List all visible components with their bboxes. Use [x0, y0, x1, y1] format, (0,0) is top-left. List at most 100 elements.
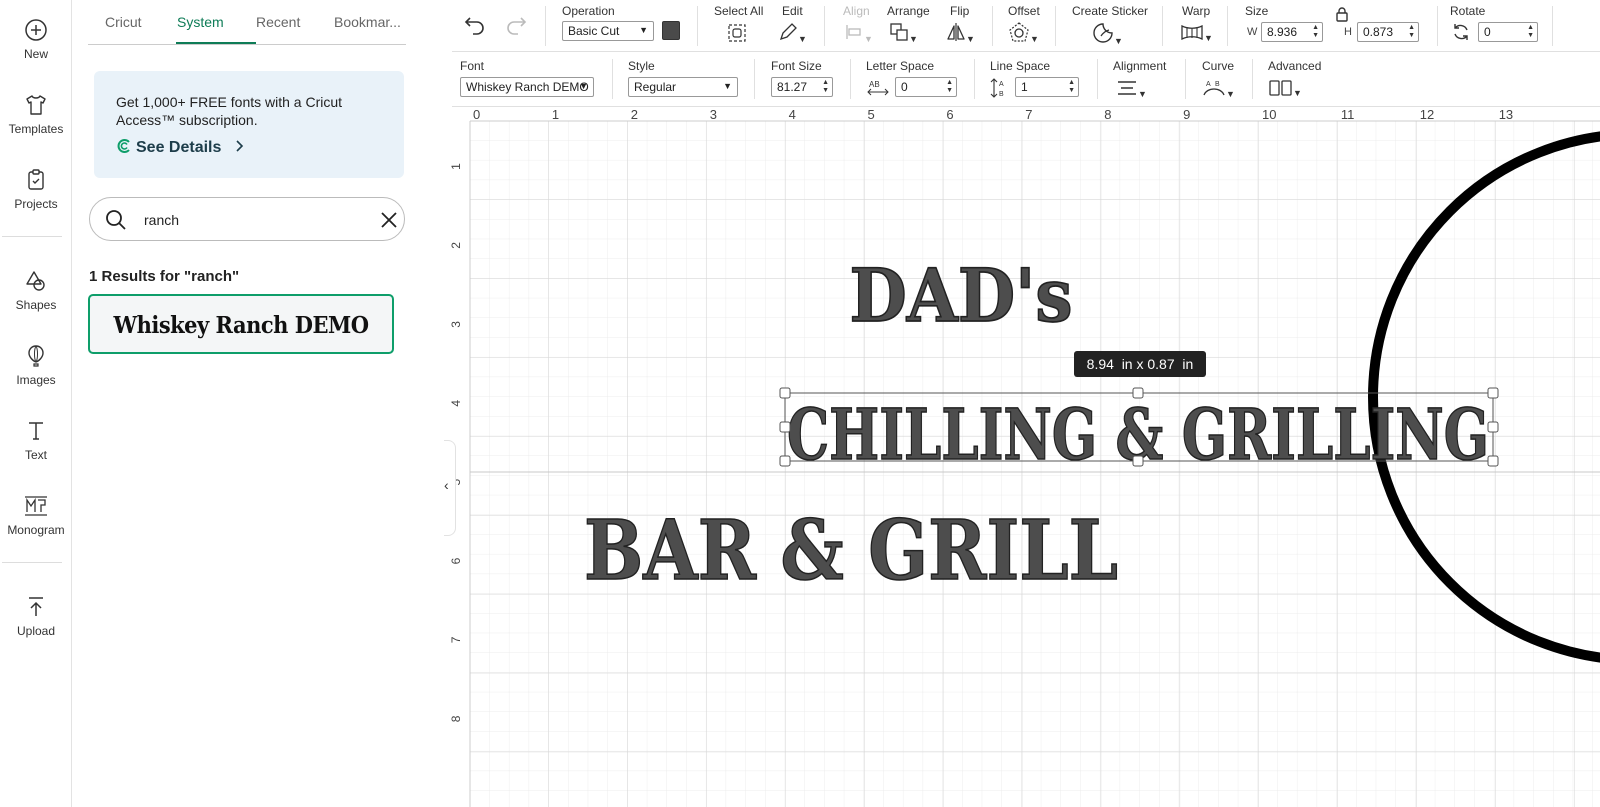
spinner-arrows-icon[interactable]: ▲ ▼	[946, 79, 953, 95]
caret-down-icon: ▼	[1114, 36, 1123, 46]
alignment-dropdown[interactable]: ▼	[1116, 79, 1147, 102]
letter-space-input[interactable]: 0 ▲ ▼	[895, 77, 957, 97]
font-select[interactable]: Whiskey Ranch DEMO ▼	[460, 77, 594, 97]
text-dads[interactable]: DAD's	[849, 253, 1074, 339]
line-space-value: 1	[1021, 80, 1028, 94]
ruler-v-label: 3	[449, 321, 463, 328]
undo-icon[interactable]	[464, 15, 486, 35]
operation-value: Basic Cut	[568, 24, 620, 38]
ruler-h-label: 12	[1420, 107, 1434, 122]
spinner-arrows-icon[interactable]: ▲ ▼	[822, 79, 829, 95]
font-result-card[interactable]: Whiskey Ranch DEMO	[88, 294, 394, 354]
caret-down-icon: ▼	[1226, 89, 1235, 99]
svg-text:AB: AB	[869, 80, 880, 89]
toolbar-divider	[1097, 59, 1098, 99]
rotate-icon[interactable]	[1451, 22, 1471, 42]
style-select[interactable]: Regular ▼	[628, 77, 738, 97]
rail-text-button[interactable]: Text	[0, 419, 72, 462]
see-details-link[interactable]: See Details	[116, 138, 246, 157]
font-label: Font	[460, 59, 485, 73]
spinner-arrows-icon[interactable]: ▲ ▼	[1312, 24, 1319, 40]
font-size-value: 81.27	[777, 80, 808, 94]
offset-dropdown[interactable]: ▼	[1008, 22, 1039, 47]
toolbar-divider	[1055, 6, 1056, 46]
caret-down-icon: ▼	[966, 34, 975, 44]
toolbar-divider	[612, 59, 613, 99]
align-dropdown[interactable]: ▼	[844, 22, 873, 47]
flip-dropdown[interactable]: ▼	[946, 22, 975, 47]
font-result-name: Whiskey Ranch DEMO	[113, 310, 369, 339]
ruler-v-label: 7	[449, 636, 463, 643]
operation-color-swatch[interactable]	[662, 21, 680, 40]
tab-recent[interactable]: Recent	[256, 14, 300, 30]
toolbar-divider	[1552, 6, 1553, 46]
curve-dropdown[interactable]: A B ▼	[1202, 77, 1235, 102]
close-icon[interactable]	[380, 211, 398, 229]
upload-icon	[29, 597, 43, 616]
warp-dropdown[interactable]: ▼	[1180, 23, 1213, 46]
chevron-right-icon	[236, 140, 243, 152]
toolbar-divider	[992, 6, 993, 46]
height-input[interactable]: 0.873 ▲ ▼	[1357, 22, 1419, 42]
monogram-icon	[25, 496, 47, 516]
collapse-panel-button[interactable]: ‹	[444, 440, 456, 536]
size-tooltip: 8.94 in x 0.87 in	[1074, 351, 1206, 377]
line-space-input[interactable]: 1 ▲ ▼	[1015, 77, 1079, 97]
rail-monogram-label: Monogram	[7, 523, 65, 537]
caret-down-icon: ▼	[723, 81, 732, 91]
select-all-icon[interactable]	[727, 23, 747, 43]
toolbar-divider	[1185, 59, 1186, 99]
create-sticker-label: Create Sticker	[1072, 4, 1149, 18]
arrange-dropdown[interactable]: ▼	[889, 22, 918, 47]
tab-bookmarked[interactable]: Bookmar...	[334, 14, 401, 30]
shirt-icon	[26, 95, 46, 115]
style-value: Regular	[634, 80, 677, 94]
font-size-input[interactable]: 81.27 ▲ ▼	[771, 77, 833, 97]
caret-down-icon: ▼	[1030, 34, 1039, 44]
spinner-arrows-icon[interactable]: ▲ ▼	[1527, 24, 1534, 40]
ruler-h-label: 9	[1183, 107, 1190, 122]
rail-shapes-label: Shapes	[15, 298, 57, 312]
ruler-h-label: 8	[1104, 107, 1111, 122]
rail-divider	[2, 236, 62, 237]
spinner-arrows-icon[interactable]: ▲ ▼	[1408, 24, 1415, 40]
tab-system[interactable]: System	[177, 14, 224, 30]
advanced-dropdown[interactable]: ▼	[1269, 80, 1302, 101]
size-label: Size	[1245, 4, 1269, 18]
rail-images-button[interactable]: Images	[0, 344, 72, 387]
ruler-h-label: 5	[868, 107, 875, 122]
canvas-svg: 0 1 2 3 4 5 6 7 8 9 10 11 12 13 12345678 DAD's BAR & …	[444, 107, 1600, 807]
rail-upload-label: Upload	[16, 624, 56, 638]
ruler-v-label: 6	[449, 557, 463, 564]
rail-templates-button[interactable]: Templates	[0, 93, 72, 136]
edit-dropdown[interactable]: ▼	[778, 22, 807, 47]
rail-projects-button[interactable]: Projects	[0, 168, 72, 211]
rotate-input[interactable]: 0 ▲ ▼	[1478, 22, 1538, 42]
ruler-h-label: 11	[1341, 107, 1355, 122]
operation-select[interactable]: Basic Cut ▼	[562, 21, 654, 41]
letter-space-value: 0	[901, 80, 908, 94]
redo-icon[interactable]	[505, 15, 527, 35]
rail-divider-2	[2, 562, 62, 563]
rail-upload-button[interactable]: Upload	[0, 595, 72, 638]
spinner-arrows-icon[interactable]: ▲ ▼	[1068, 79, 1075, 95]
toolbar-divider	[697, 6, 698, 46]
width-input[interactable]: 8.936 ▲ ▼	[1261, 22, 1323, 42]
search-icon	[106, 210, 126, 230]
toolbar-divider	[754, 59, 755, 99]
create-sticker-dropdown[interactable]: ▼	[1092, 22, 1123, 49]
text-bar-grill[interactable]: BAR & GRILL	[583, 502, 1119, 600]
ruler-h-label: 2	[631, 107, 638, 122]
rail-monogram-button[interactable]: Monogram	[0, 494, 72, 537]
lock-icon[interactable]	[1335, 6, 1349, 22]
offset-label: Offset	[1008, 4, 1040, 18]
font-search-input[interactable]	[144, 209, 344, 231]
design-canvas[interactable]: 0 1 2 3 4 5 6 7 8 9 10 11 12 13 12345678 DAD's BAR & …	[444, 107, 1600, 807]
ruler-v-label: 2	[449, 242, 463, 249]
rail-new-button[interactable]: New	[0, 18, 72, 61]
font-value: Whiskey Ranch DEMO	[466, 80, 589, 94]
tab-cricut[interactable]: Cricut	[105, 14, 142, 30]
font-tabs: Cricut System Recent Bookmar...	[88, 0, 406, 45]
toolbar-divider	[974, 59, 975, 99]
rail-shapes-button[interactable]: Shapes	[0, 269, 72, 312]
